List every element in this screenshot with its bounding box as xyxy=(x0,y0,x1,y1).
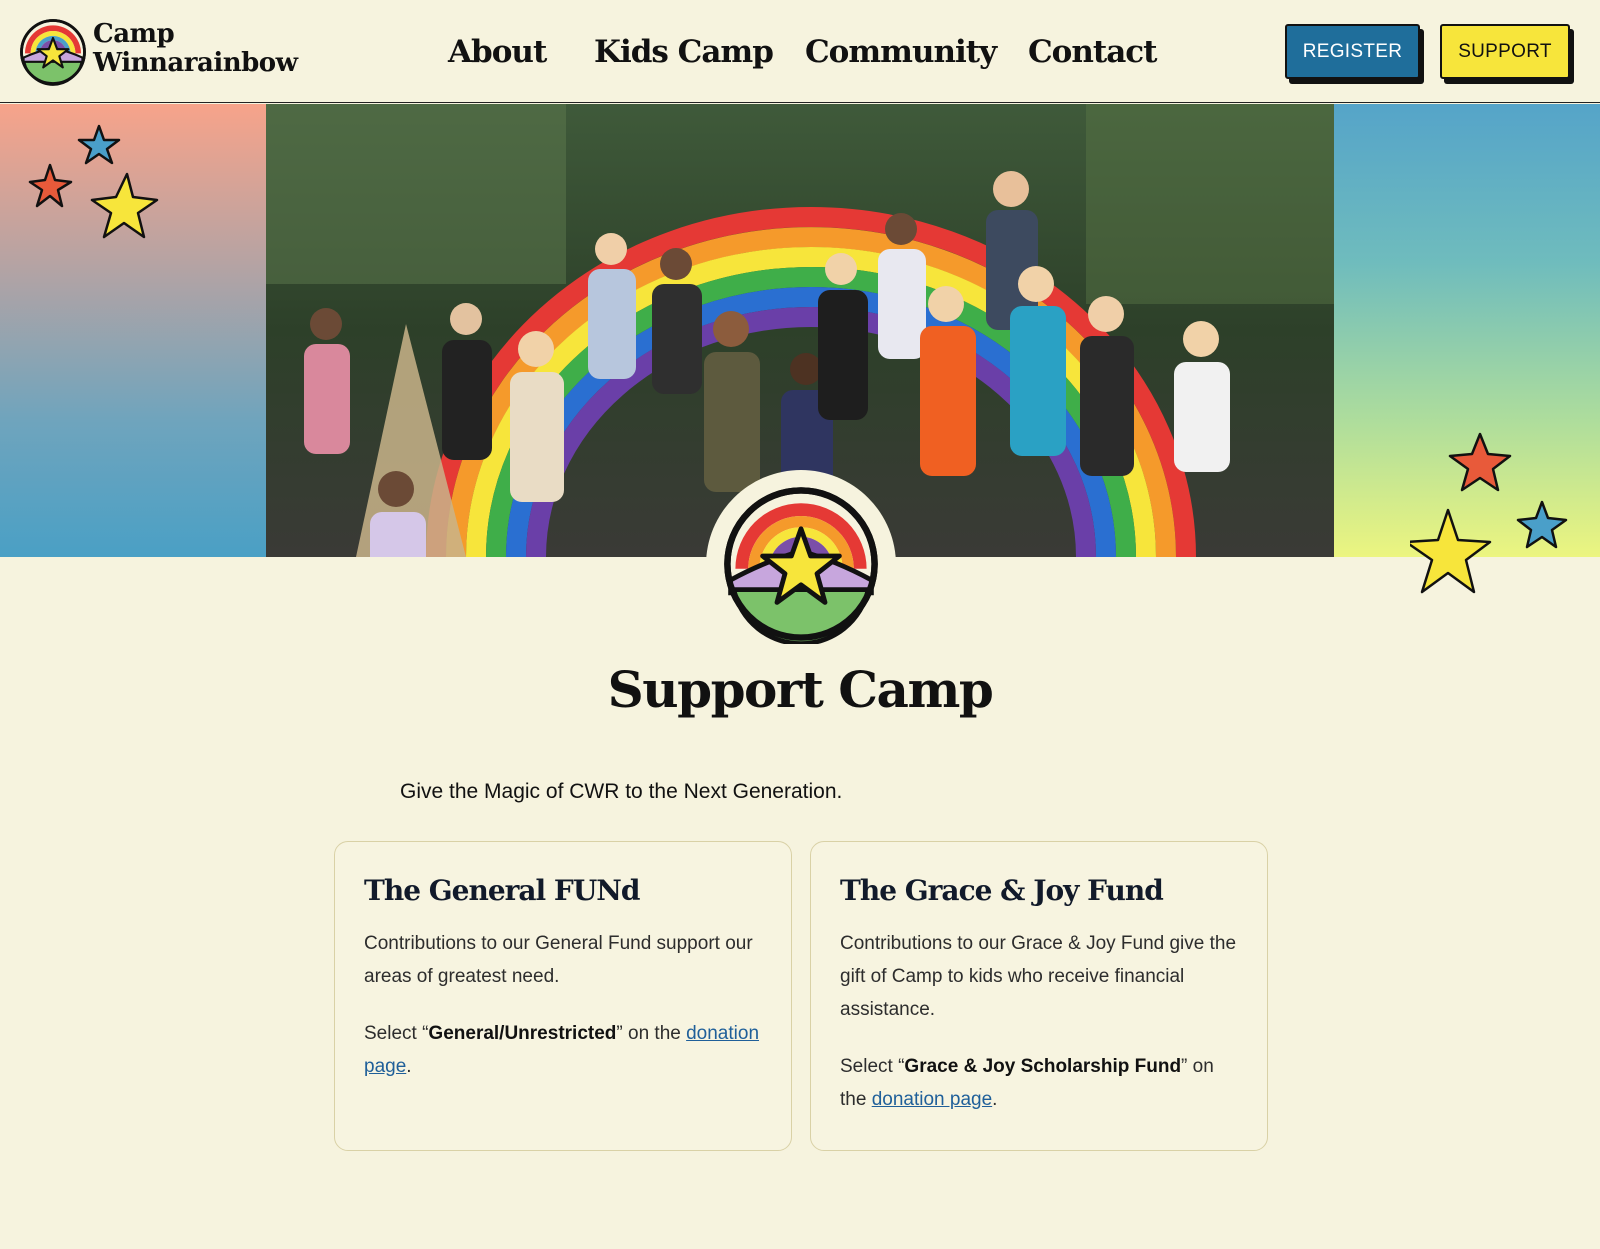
select-suffix: . xyxy=(992,1089,998,1110)
select-prefix: Select “ xyxy=(840,1056,905,1077)
brand-line-1: Camp xyxy=(93,19,175,49)
nav-community[interactable]: Community xyxy=(805,34,997,70)
camp-badge-icon xyxy=(724,487,878,644)
decorative-stars-right-icon xyxy=(1410,432,1568,594)
card-instructions: Select “General/Unrestricted” on the don… xyxy=(364,1017,763,1083)
page-title: Support Camp xyxy=(607,660,994,719)
select-mid: ” on the xyxy=(616,1023,687,1044)
select-prefix: Select “ xyxy=(364,1023,429,1044)
card-title: The Grace & Joy Fund xyxy=(840,874,1164,907)
support-button[interactable]: SUPPORT xyxy=(1440,24,1570,79)
brand-name[interactable]: Camp Winnarainbow xyxy=(93,20,298,78)
nav-contact[interactable]: Contact xyxy=(1028,34,1157,70)
decorative-stars-left-icon xyxy=(28,124,159,239)
register-button[interactable]: REGISTER xyxy=(1285,24,1420,79)
fund-option-name: General/Unrestricted xyxy=(428,1023,617,1044)
general-fund-card: The General FUNd Contributions to our Ge… xyxy=(334,841,792,1151)
card-body: Contributions to our Grace & Joy Fund gi… xyxy=(840,933,1237,1020)
fund-option-name: Grace & Joy Scholarship Fund xyxy=(904,1056,1182,1077)
donation-page-link[interactable]: donation page xyxy=(872,1089,992,1110)
card-instructions: Select “Grace & Joy Scholarship Fund” on… xyxy=(840,1050,1239,1116)
select-suffix: . xyxy=(406,1056,412,1077)
card-body: Contributions to our General Fund suppor… xyxy=(364,933,753,987)
camp-logo-icon[interactable] xyxy=(18,17,88,87)
hero-camp-badge xyxy=(706,470,896,660)
card-title: The General FUNd xyxy=(364,874,640,907)
grace-joy-fund-card: The Grace & Joy Fund Contributions to ou… xyxy=(810,841,1268,1151)
site-header: Camp Winnarainbow About Kids Camp Commun… xyxy=(0,0,1600,103)
tagline: Give the Magic of CWR to the Next Genera… xyxy=(400,780,843,803)
brand-line-2: Winnarainbow xyxy=(93,48,298,78)
nav-about[interactable]: About xyxy=(448,34,547,70)
nav-kids-camp[interactable]: Kids Camp xyxy=(594,34,774,70)
